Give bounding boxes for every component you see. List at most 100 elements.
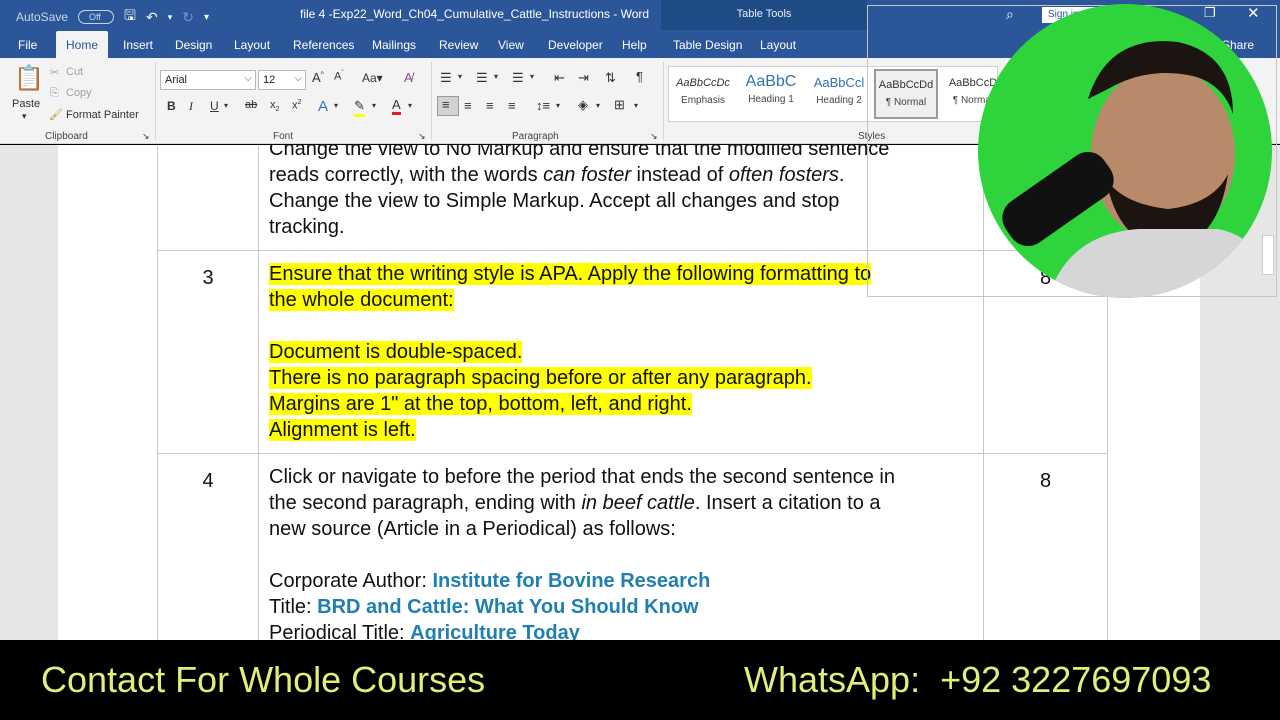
table-cell[interactable] bbox=[157, 145, 259, 251]
font-size-box[interactable]: 12 ⌵ bbox=[258, 70, 306, 90]
highlight-dropdown-icon[interactable]: ▾ bbox=[372, 101, 376, 110]
bullets-dropdown-icon[interactable]: ▾ bbox=[458, 72, 462, 81]
scrollbar-thumb[interactable] bbox=[1262, 235, 1274, 275]
cut-button[interactable]: Cut bbox=[66, 66, 83, 78]
font-color-icon[interactable]: A bbox=[392, 97, 401, 115]
align-center-icon[interactable]: ≡ bbox=[464, 98, 472, 113]
highlighted-text: Margins are 1" at the top, bottom, left,… bbox=[269, 393, 692, 415]
undo-icon[interactable]: ↶ bbox=[146, 9, 158, 26]
paragraph-launcher-icon[interactable]: ↘ bbox=[650, 131, 658, 142]
quick-access-toolbar: AutoSave Off 🖫 ↶ ▾ ↻ ▾ bbox=[16, 5, 209, 29]
strikethrough-icon[interactable]: ab bbox=[245, 99, 257, 111]
format-painter-icon[interactable]: 🖌 bbox=[49, 108, 63, 121]
style-name: ¶ Normal bbox=[885, 97, 927, 108]
banner-left-text: Contact For Whole Courses bbox=[41, 659, 486, 700]
multilevel-list-icon[interactable]: ☰ bbox=[512, 70, 524, 86]
tab-file[interactable]: File bbox=[18, 38, 37, 52]
promo-banner: Contact For Whole Courses WhatsApp: +92 … bbox=[0, 640, 1280, 720]
tab-developer[interactable]: Developer bbox=[548, 38, 603, 52]
bullets-icon[interactable]: ☰ bbox=[440, 70, 452, 86]
underline-icon[interactable]: U bbox=[210, 99, 219, 113]
highlight-color-icon[interactable]: ✎ bbox=[354, 98, 365, 117]
tab-mailings[interactable]: Mailings bbox=[372, 38, 416, 52]
increase-indent-icon[interactable]: ⇥ bbox=[578, 70, 589, 86]
align-left-icon[interactable]: ≡ bbox=[437, 96, 459, 116]
decrease-indent-icon[interactable]: ⇤ bbox=[554, 70, 565, 86]
tab-design[interactable]: Design bbox=[175, 38, 212, 52]
style-emphasis[interactable]: AaBbCcDc Emphasis bbox=[671, 69, 735, 119]
align-right-icon[interactable]: ≡ bbox=[486, 98, 494, 113]
tab-table-design[interactable]: Table Design bbox=[673, 38, 742, 52]
autosave-toggle[interactable]: Off bbox=[78, 10, 115, 24]
copy-button[interactable]: Copy bbox=[66, 87, 92, 99]
bold-icon[interactable]: B bbox=[167, 99, 176, 113]
row2-line-4: tracking. bbox=[269, 216, 345, 238]
underline-dropdown-icon[interactable]: ▾ bbox=[224, 101, 228, 110]
chevron-down-icon: ⌵ bbox=[244, 73, 252, 84]
customize-toolbar-icon[interactable]: ▾ bbox=[204, 12, 209, 23]
undo-dropdown-icon[interactable]: ▾ bbox=[168, 12, 173, 23]
text-effects-icon[interactable]: A bbox=[318, 98, 328, 115]
pilcrow-icon[interactable]: ¶ bbox=[636, 69, 643, 84]
periodical-line: Periodical Title: Agriculture Today bbox=[269, 620, 973, 640]
search-icon[interactable]: ⌕ bbox=[1006, 6, 1014, 23]
field-label: Corporate Author: bbox=[269, 570, 433, 592]
table-row: Change the view to No Markup and ensure … bbox=[157, 145, 1108, 251]
tab-view[interactable]: View bbox=[498, 38, 524, 52]
multilevel-dropdown-icon[interactable]: ▾ bbox=[530, 72, 534, 81]
italic-icon[interactable]: I bbox=[189, 99, 193, 114]
paste-button[interactable]: Paste bbox=[12, 98, 40, 110]
tab-references[interactable]: References bbox=[293, 38, 354, 52]
line-spacing-icon[interactable]: ↕≡ bbox=[536, 98, 550, 113]
instructions-table: Change the view to No Markup and ensure … bbox=[157, 145, 1108, 640]
clear-formatting-icon[interactable]: A̸ bbox=[404, 70, 413, 85]
sort-icon[interactable]: ⇅ bbox=[605, 70, 616, 86]
restore-window-icon[interactable]: ❐ bbox=[1204, 5, 1216, 21]
style-heading-1[interactable]: AaBbC Heading 1 bbox=[739, 69, 803, 119]
numbering-dropdown-icon[interactable]: ▾ bbox=[494, 72, 498, 81]
paste-icon[interactable]: 📋 bbox=[14, 64, 44, 93]
row2-line-3: Change the view to Simple Markup. Accept… bbox=[269, 190, 840, 212]
numbering-icon[interactable]: ☰ bbox=[476, 70, 488, 86]
text-run: instead of bbox=[631, 164, 729, 186]
shrink-font-icon[interactable]: Aˇ bbox=[334, 70, 344, 83]
save-icon[interactable]: 🖫 bbox=[124, 5, 136, 29]
paste-dropdown-icon[interactable]: ▾ bbox=[22, 111, 27, 122]
row2-line-2: reads correctly, with the words can fost… bbox=[269, 162, 973, 188]
tab-insert[interactable]: Insert bbox=[123, 38, 153, 52]
font-name-box[interactable]: Arial ⌵ bbox=[160, 70, 256, 90]
redo-icon[interactable]: ↻ bbox=[182, 9, 194, 26]
font-launcher-icon[interactable]: ↘ bbox=[418, 131, 426, 142]
grow-font-icon[interactable]: A^ bbox=[312, 70, 324, 85]
table-cell[interactable]: Change the view to No Markup and ensure … bbox=[258, 145, 984, 251]
row4-line-2: the second paragraph, ending with in bee… bbox=[269, 490, 973, 516]
copy-icon[interactable]: ⎘ bbox=[50, 87, 59, 100]
clipboard-launcher-icon[interactable]: ↘ bbox=[142, 131, 150, 142]
webcam-overlay bbox=[978, 4, 1272, 298]
justify-icon[interactable]: ≡ bbox=[508, 98, 516, 113]
table-cell[interactable]: Ensure that the writing style is APA. Ap… bbox=[258, 250, 984, 454]
format-painter-button[interactable]: Format Painter bbox=[66, 109, 139, 121]
superscript-icon[interactable]: x2 bbox=[292, 99, 301, 112]
style-normal[interactable]: AaBbCcDd ¶ Normal bbox=[874, 69, 938, 119]
table-cell[interactable]: Click or navigate to before the period t… bbox=[258, 453, 984, 640]
change-case-icon[interactable]: Aa▾ bbox=[362, 71, 383, 85]
tab-help[interactable]: Help bbox=[622, 38, 647, 52]
shading-icon[interactable]: ◈ bbox=[578, 97, 588, 113]
borders-dropdown-icon[interactable]: ▾ bbox=[634, 101, 638, 110]
text-run: the second paragraph, ending with bbox=[269, 492, 582, 514]
shading-dropdown-icon[interactable]: ▾ bbox=[596, 101, 600, 110]
tab-review[interactable]: Review bbox=[439, 38, 478, 52]
tab-home[interactable]: Home bbox=[56, 31, 109, 59]
text-effects-dropdown-icon[interactable]: ▾ bbox=[334, 101, 338, 110]
tab-table-layout[interactable]: Layout bbox=[760, 38, 796, 52]
style-heading-2[interactable]: AaBbCcl Heading 2 bbox=[807, 69, 871, 119]
cut-icon[interactable]: ✂ bbox=[50, 66, 59, 79]
subscript-icon[interactable]: x2 bbox=[270, 99, 279, 113]
line-spacing-dropdown-icon[interactable]: ▾ bbox=[556, 101, 560, 110]
font-color-dropdown-icon[interactable]: ▾ bbox=[408, 101, 412, 110]
close-window-icon[interactable]: ✕ bbox=[1247, 4, 1260, 22]
style-name: Heading 1 bbox=[748, 94, 794, 105]
borders-icon[interactable]: ⊞ bbox=[614, 97, 625, 113]
tab-layout[interactable]: Layout bbox=[234, 38, 270, 52]
